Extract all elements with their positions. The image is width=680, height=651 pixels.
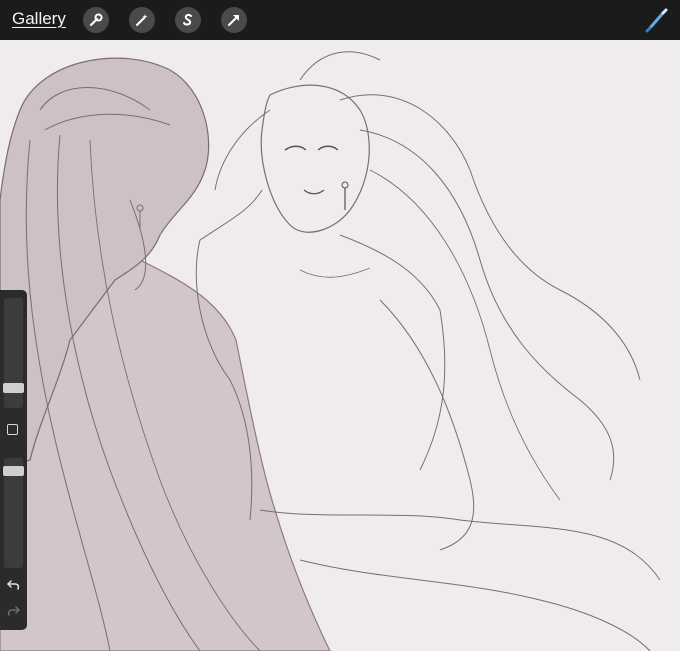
magic-wand-icon — [136, 14, 148, 26]
undo-icon — [7, 580, 20, 590]
actions-button[interactable] — [83, 7, 109, 33]
adjustments-button[interactable] — [129, 7, 155, 33]
selection-s-icon — [183, 13, 192, 26]
selection-button[interactable] — [175, 7, 201, 33]
transform-button[interactable] — [221, 7, 247, 33]
opacity-thumb[interactable] — [3, 466, 24, 476]
brush-size-thumb[interactable] — [3, 383, 24, 393]
drawing-canvas[interactable] — [0, 40, 680, 651]
brush-icon[interactable] — [644, 7, 670, 33]
undo-button[interactable] — [5, 576, 22, 593]
gallery-button[interactable]: Gallery — [12, 9, 66, 29]
top-toolbar: Gallery — [0, 0, 680, 40]
redo-icon — [7, 606, 20, 616]
side-toolbar — [0, 290, 27, 630]
opacity-slider[interactable] — [3, 458, 24, 568]
redo-button[interactable] — [5, 602, 22, 619]
transform-arrow-icon — [228, 15, 239, 26]
brush-size-slider[interactable] — [3, 298, 24, 408]
wrench-icon — [89, 13, 103, 27]
sketch-artwork — [0, 51, 661, 651]
modify-square-icon[interactable] — [7, 424, 18, 435]
